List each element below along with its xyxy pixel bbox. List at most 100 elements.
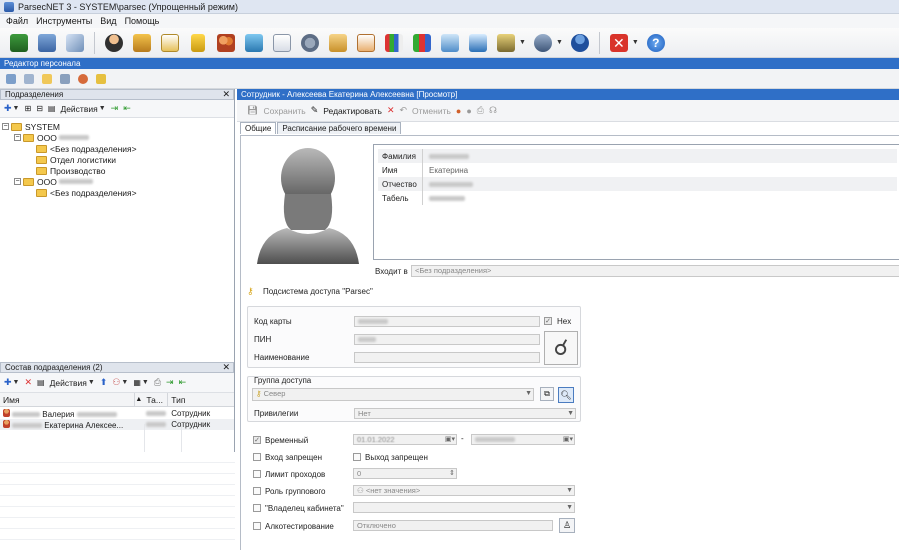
tree-node-no-dept-2[interactable]: <Без подразделения>	[2, 187, 234, 198]
chart-icon[interactable]	[383, 32, 405, 54]
stepper-icon[interactable]: ⇕	[449, 469, 455, 478]
delete-icon[interactable]: ✕	[387, 105, 395, 116]
schedule-icon[interactable]	[271, 32, 293, 54]
group-role-checkbox[interactable]	[253, 487, 261, 495]
person-gray-icon[interactable]: ●	[466, 106, 471, 116]
id-card-icon[interactable]	[439, 32, 461, 54]
columns-dropdown-icon[interactable]: ▼	[142, 379, 149, 386]
camera-icon[interactable]	[532, 32, 554, 54]
folder-view-icon[interactable]	[42, 73, 52, 84]
person-icon[interactable]	[103, 32, 125, 54]
up-icon[interactable]: ⬆	[100, 377, 108, 388]
pass-limit-input[interactable]: 0 ⇕	[353, 468, 457, 479]
actions-menu[interactable]: Действия	[60, 104, 97, 114]
photo-icon[interactable]	[495, 32, 517, 54]
add-dropdown-icon[interactable]: ▼	[13, 379, 20, 386]
employee-photo[interactable]	[257, 144, 359, 264]
belongs-field[interactable]: <Без подразделения>	[411, 265, 899, 277]
person-icon[interactable]: ●	[456, 106, 461, 116]
print-icon[interactable]: ⎙	[154, 377, 161, 388]
tab-general[interactable]: Общие	[240, 122, 277, 134]
pin-input[interactable]	[354, 334, 540, 345]
columns-icon[interactable]: ▦	[133, 378, 141, 387]
temporary-checkbox[interactable]: ✓	[253, 436, 261, 444]
menu-file[interactable]: Файл	[6, 16, 28, 26]
lock-icon[interactable]	[187, 32, 209, 54]
export-icon[interactable]: ⇤	[179, 377, 187, 388]
keys-icon[interactable]	[96, 73, 106, 84]
properties-icon[interactable]: ▤	[48, 104, 56, 113]
add-dropdown-icon[interactable]: ▼	[13, 105, 20, 112]
temp-from-date[interactable]: 01.01.2022 ▣▾	[353, 434, 457, 445]
tree-node-ooo-1[interactable]: − ООО	[2, 132, 234, 143]
import-icon[interactable]: ⇥	[166, 377, 174, 388]
import-icon[interactable]: ⇥	[111, 103, 119, 114]
person-view-icon[interactable]	[78, 73, 88, 84]
column-name[interactable]: Имя	[0, 393, 136, 406]
card-code-input[interactable]	[354, 316, 540, 327]
photo-dropdown-icon[interactable]: ▼	[519, 39, 526, 46]
report-icon[interactable]	[355, 32, 377, 54]
cabinet-owner-select[interactable]: ▼	[353, 502, 575, 513]
close-red-icon[interactable]: ✕	[608, 32, 630, 54]
card-name-input[interactable]	[354, 352, 540, 363]
grid-view-icon[interactable]	[24, 73, 34, 84]
actions-dropdown-icon[interactable]: ▼	[88, 379, 95, 386]
save-button[interactable]: Сохранить	[263, 106, 305, 116]
settings-icon[interactable]	[299, 32, 321, 54]
group-icon[interactable]: ⚇	[112, 377, 120, 388]
privileges-select[interactable]: Нет ▼	[354, 408, 576, 419]
search-icon[interactable]: 🔍︎	[558, 387, 574, 403]
access-group-select[interactable]: ⚷ Север ▼	[252, 388, 534, 401]
alcotest-checkbox[interactable]	[253, 522, 261, 530]
expand-icon[interactable]: ⊞	[24, 104, 31, 113]
export-icon[interactable]: ⇤	[123, 103, 131, 114]
tree-node-logistics[interactable]: Отдел логистики	[2, 154, 234, 165]
chart2-icon[interactable]	[411, 32, 433, 54]
sort-asc-icon[interactable]: ▲	[135, 393, 143, 406]
building-icon[interactable]	[36, 32, 58, 54]
menu-help[interactable]: Помощь	[125, 16, 160, 26]
table-row[interactable]: Валерия Сотрудник	[0, 408, 234, 419]
alcotest-user-button[interactable]: ♙	[559, 518, 575, 533]
cancel-button[interactable]: Отменить	[412, 106, 451, 116]
card-icon[interactable]	[327, 32, 349, 54]
entry-forbidden-checkbox[interactable]	[253, 453, 261, 461]
cabinet-owner-checkbox[interactable]	[253, 504, 261, 512]
monitor-icon[interactable]	[243, 32, 265, 54]
document-icon[interactable]	[64, 32, 86, 54]
group-role-select[interactable]: ⚇ <нет значения> ▼	[353, 485, 575, 496]
menu-view[interactable]: Вид	[100, 16, 116, 26]
fingerprint-small-icon[interactable]: ☊	[489, 105, 497, 116]
properties-icon[interactable]: ▤	[37, 378, 45, 387]
alcotest-field[interactable]: Отключено	[353, 520, 553, 531]
calendar-icon[interactable]	[159, 32, 181, 54]
menu-tools[interactable]: Инструменты	[36, 16, 92, 26]
delete-icon[interactable]: ✕	[24, 377, 32, 388]
hex-checkbox[interactable]: ✓	[544, 317, 552, 325]
tree-node-production[interactable]: Производство	[2, 165, 234, 176]
pass-limit-checkbox[interactable]	[253, 470, 261, 478]
fingerprint-icon[interactable]: ☌	[544, 331, 578, 365]
document-view-icon[interactable]	[60, 73, 70, 84]
actions-menu[interactable]: Действия	[50, 378, 87, 388]
close-icon[interactable]: ✕	[222, 90, 233, 99]
edit-button[interactable]: Редактировать	[323, 106, 382, 116]
actions-dropdown-icon[interactable]: ▼	[99, 105, 106, 112]
close-dropdown-icon[interactable]: ▼	[632, 39, 639, 46]
tab-schedule[interactable]: Расписание рабочего времени	[277, 122, 402, 134]
id-card2-icon[interactable]	[467, 32, 489, 54]
tree-node-ooo-2[interactable]: − ООО	[2, 176, 234, 187]
tree-view-icon[interactable]	[6, 73, 16, 84]
workstation-icon[interactable]	[8, 32, 30, 54]
temp-to-date[interactable]: ▣▾	[471, 434, 575, 445]
house-icon[interactable]	[131, 32, 153, 54]
copy-button[interactable]: ⧉	[540, 387, 554, 401]
users-icon[interactable]	[215, 32, 237, 54]
print-icon[interactable]: ⎙	[477, 105, 484, 116]
user-blue-icon[interactable]	[569, 32, 591, 54]
add-icon[interactable]: ✚	[4, 103, 12, 114]
exit-forbidden-checkbox[interactable]	[353, 453, 361, 461]
table-row[interactable]: Екатерина Алексее... Сотрудник	[0, 419, 234, 430]
add-icon[interactable]: ✚	[4, 377, 12, 388]
